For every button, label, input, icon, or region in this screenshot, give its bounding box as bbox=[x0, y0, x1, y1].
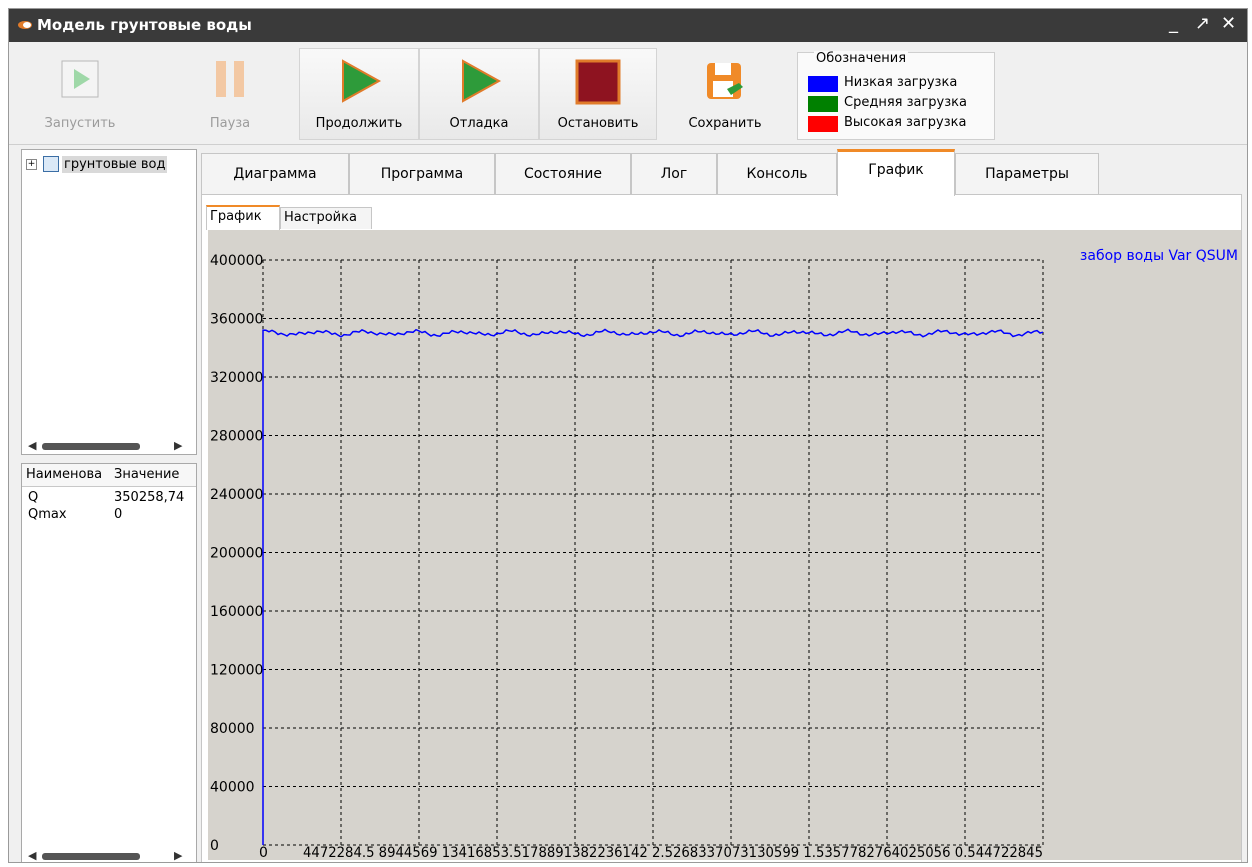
legend-swatch bbox=[808, 116, 838, 132]
y-tick-label: 160000 bbox=[210, 604, 263, 620]
tab-diagram[interactable]: Диаграмма bbox=[201, 153, 349, 195]
tab-program[interactable]: Программа bbox=[349, 153, 495, 195]
property-value: 0 bbox=[114, 507, 123, 522]
pause-label: Пауза bbox=[209, 116, 251, 131]
save-label: Сохранить bbox=[688, 116, 762, 131]
y-tick-label: 0 bbox=[210, 838, 219, 854]
properties-header: Наименова Значение bbox=[22, 464, 196, 487]
window-title: Модель грунтовые воды bbox=[37, 16, 252, 34]
scroll-right-icon[interactable]: ▶ bbox=[174, 850, 182, 862]
property-name: Qmax bbox=[28, 507, 67, 522]
tab-parameters[interactable]: Параметры bbox=[955, 153, 1099, 195]
debug-label: Отладка bbox=[449, 116, 509, 131]
x-tick-labels: 4472284.5 8944569 13416853.5178891382236… bbox=[303, 845, 1043, 860]
properties-grid: Наименова Значение Q 350258,74 Qmax 0 ◀ … bbox=[21, 463, 197, 862]
legend-title: Обозначения bbox=[814, 51, 909, 66]
legend-swatch bbox=[808, 96, 838, 112]
series-legend-label: забор воды Var QSUM bbox=[1080, 248, 1238, 264]
model-tree[interactable]: + грунтовые вод ◀ ▶ bbox=[21, 149, 197, 455]
maximize-button[interactable]: ↗ bbox=[1195, 15, 1210, 33]
main-tabs: Диаграмма Программа Состояние Лог Консол… bbox=[201, 149, 1246, 196]
y-tick-label: 280000 bbox=[210, 429, 263, 445]
tree-hscroll[interactable]: ◀ ▶ bbox=[28, 440, 188, 452]
legend-swatch bbox=[808, 76, 838, 92]
run-label: Запустить bbox=[44, 116, 116, 131]
minimize-button[interactable]: _ bbox=[1169, 15, 1178, 33]
left-pane: + грунтовые вод ◀ ▶ Наименова Значение Q … bbox=[21, 149, 197, 862]
model-icon bbox=[43, 156, 59, 172]
legend-label: Низкая загрузка bbox=[844, 75, 958, 90]
tab-graph[interactable]: График bbox=[837, 149, 955, 196]
scroll-thumb[interactable] bbox=[42, 853, 140, 860]
graph-tab-panel: График Настройка 0 40000 80000 120000 160000… bbox=[201, 194, 1242, 862]
scroll-right-icon[interactable]: ▶ bbox=[174, 440, 182, 452]
tab-console[interactable]: Консоль bbox=[717, 153, 837, 195]
stop-icon bbox=[575, 59, 621, 105]
y-tick-label: 240000 bbox=[210, 487, 263, 503]
properties-hscroll[interactable]: ◀ ▶ bbox=[28, 850, 188, 862]
legend-label: Высокая загрузка bbox=[844, 115, 967, 130]
play-icon bbox=[61, 60, 99, 98]
save-button[interactable]: Сохранить bbox=[665, 48, 785, 140]
property-name: Q bbox=[28, 490, 39, 505]
chart-area: 0 40000 80000 120000 160000 200000 240000 28000… bbox=[208, 230, 1241, 860]
tree-node-label: грунтовые вод bbox=[62, 155, 168, 173]
legend-panel: Обозначения Низкая загрузка Средняя загр… bbox=[797, 51, 995, 140]
y-tick-label: 40000 bbox=[210, 780, 255, 796]
close-button[interactable]: ✕ bbox=[1221, 15, 1236, 33]
tab-log[interactable]: Лог bbox=[631, 153, 717, 195]
line-chart: 0 40000 80000 120000 160000 200000 240000 28000… bbox=[210, 248, 1238, 860]
tree-node-root[interactable]: + грунтовые вод bbox=[26, 155, 168, 173]
stop-label: Остановить bbox=[557, 116, 639, 131]
scroll-thumb[interactable] bbox=[42, 443, 140, 450]
property-value: 350258,74 bbox=[114, 490, 185, 505]
y-tick-label: 200000 bbox=[210, 546, 263, 562]
expand-icon[interactable]: + bbox=[26, 158, 37, 170]
y-tick-label: 400000 bbox=[210, 253, 263, 269]
toolbar: Запустить Пауза Продолжить Отладка Остан… bbox=[9, 42, 1247, 145]
x-tick-label: 0 bbox=[259, 845, 268, 860]
table-row[interactable]: Q 350258,74 bbox=[22, 490, 196, 507]
y-tick-label: 120000 bbox=[210, 663, 263, 679]
save-icon bbox=[707, 63, 743, 99]
continue-label: Продолжить bbox=[315, 116, 403, 131]
scroll-left-icon[interactable]: ◀ bbox=[28, 850, 36, 862]
legend-label: Средняя загрузка bbox=[844, 95, 967, 110]
column-header-value[interactable]: Значение bbox=[114, 467, 196, 482]
scroll-left-icon[interactable]: ◀ bbox=[28, 440, 36, 452]
y-tick-label: 80000 bbox=[210, 721, 255, 737]
run-button[interactable]: Запустить bbox=[15, 48, 145, 140]
pause-button[interactable]: Пауза bbox=[165, 48, 295, 140]
play-icon bbox=[342, 59, 382, 103]
pause-icon bbox=[216, 61, 244, 97]
app-logo-icon bbox=[18, 21, 32, 29]
subtab-graph[interactable]: График bbox=[206, 205, 280, 230]
y-tick-label: 360000 bbox=[210, 312, 263, 328]
main-pane: Диаграмма Программа Состояние Лог Консол… bbox=[201, 149, 1246, 862]
continue-button[interactable]: Продолжить bbox=[299, 48, 419, 140]
title-bar: Модель грунтовые воды _ ↗ ✕ bbox=[9, 9, 1247, 42]
table-row[interactable]: Qmax 0 bbox=[22, 507, 196, 524]
play-icon bbox=[462, 59, 502, 103]
y-tick-label: 320000 bbox=[210, 370, 263, 386]
debug-button[interactable]: Отладка bbox=[419, 48, 539, 140]
column-header-name[interactable]: Наименова bbox=[26, 467, 110, 482]
subtab-settings[interactable]: Настройка bbox=[280, 207, 372, 229]
app-window: Модель грунтовые воды _ ↗ ✕ Запустить Па… bbox=[8, 8, 1248, 863]
tab-state[interactable]: Состояние bbox=[495, 153, 631, 195]
stop-button[interactable]: Остановить bbox=[539, 48, 657, 140]
